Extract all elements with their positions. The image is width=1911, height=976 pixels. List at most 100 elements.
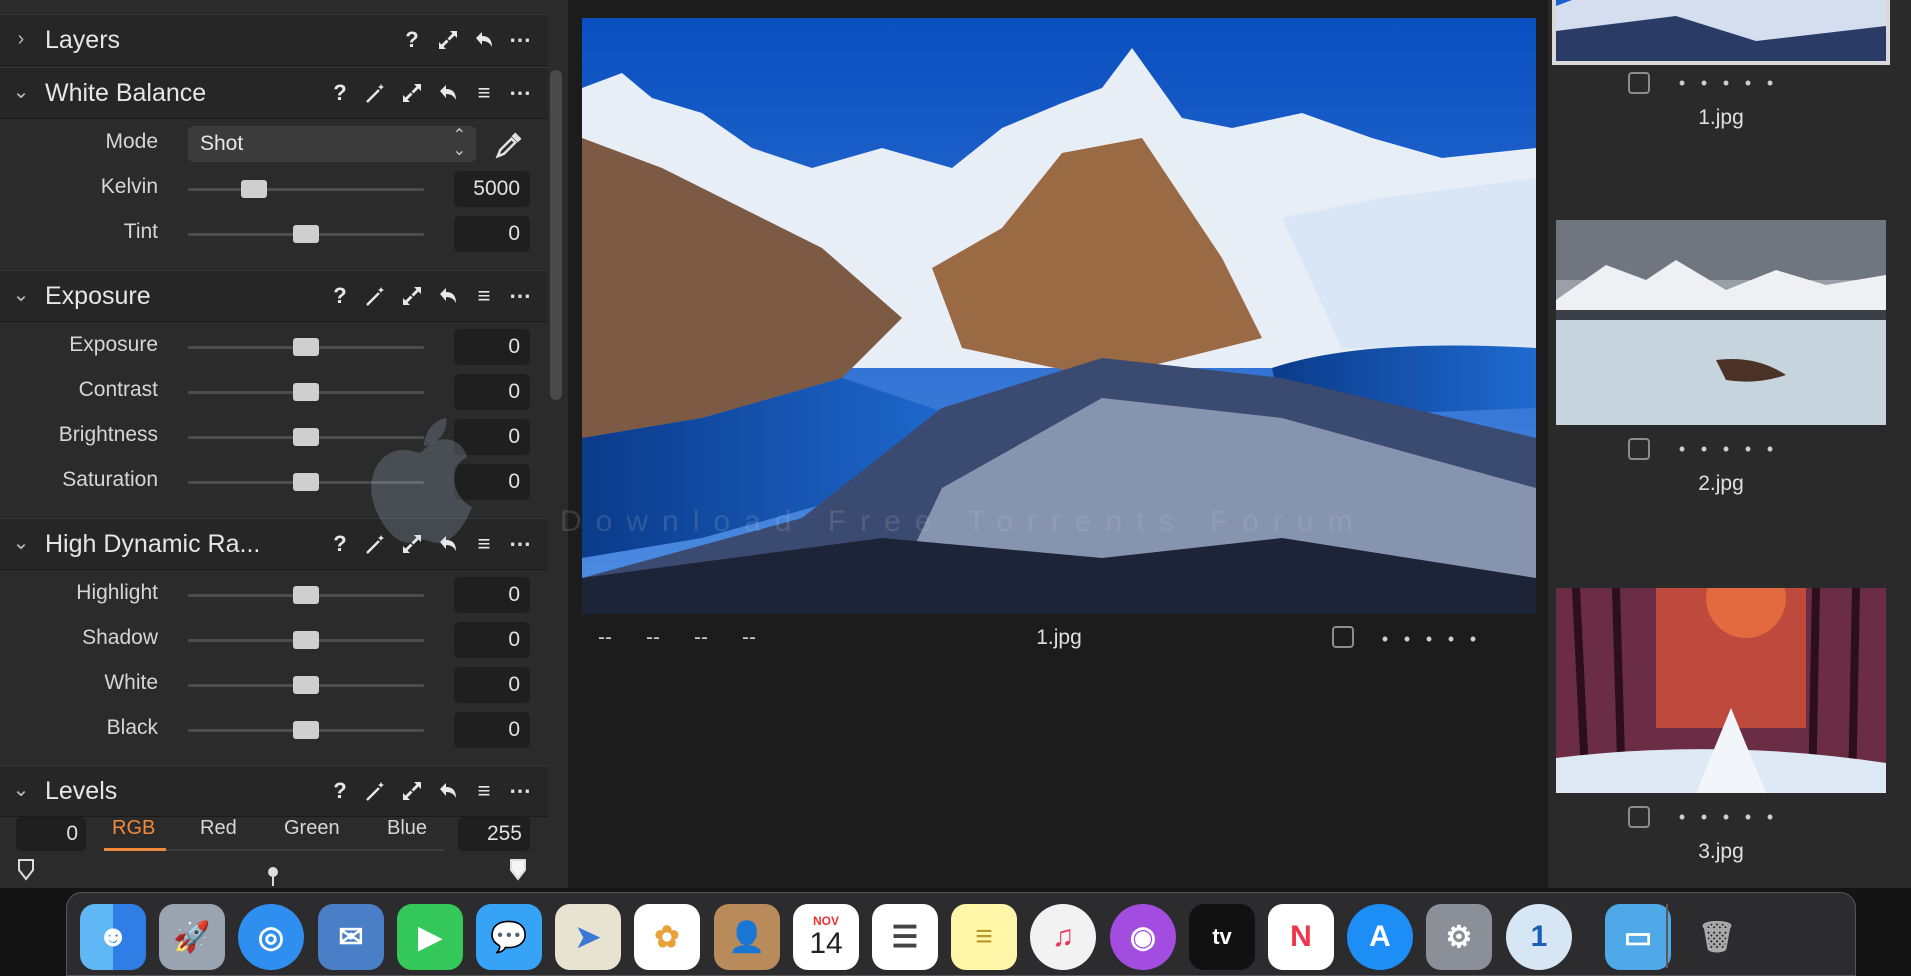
layers-tool-header[interactable]: › Layers ? ⋯	[0, 14, 548, 66]
app-store-icon[interactable]: A	[1347, 904, 1413, 970]
help-icon[interactable]: ?	[326, 777, 354, 805]
more-icon[interactable]: ⋯	[506, 777, 534, 805]
black-value-input[interactable]: 0	[454, 712, 530, 748]
thumb-2-checkbox[interactable]	[1628, 438, 1650, 460]
slider-knob[interactable]	[241, 180, 268, 198]
tab-green[interactable]: Green	[284, 817, 340, 840]
chevron-down-icon[interactable]: ⌄	[12, 283, 30, 307]
thumb-3-checkbox[interactable]	[1628, 806, 1650, 828]
magic-wand-icon[interactable]	[362, 79, 390, 107]
more-icon[interactable]: ⋯	[506, 282, 534, 310]
white-slider[interactable]	[188, 676, 424, 694]
help-icon[interactable]: ?	[326, 282, 354, 310]
rating-dot[interactable]: •	[1418, 630, 1440, 648]
kelvin-value-input[interactable]: 5000	[454, 171, 530, 207]
thumbnail-2[interactable]	[1556, 220, 1886, 425]
facetime-icon[interactable]: ▶	[397, 904, 463, 970]
mail-icon[interactable]: ✉	[318, 904, 384, 970]
rating-dot[interactable]: •	[1462, 630, 1484, 648]
reset-icon[interactable]	[434, 282, 462, 310]
tab-red[interactable]: Red	[200, 817, 237, 840]
levels-white-point-handle[interactable]	[508, 858, 528, 886]
contrast-value-input[interactable]: 0	[454, 374, 530, 410]
expand-icon[interactable]	[398, 777, 426, 805]
exposure-slider[interactable]	[188, 338, 424, 356]
trash-icon[interactable]: 🗑	[1684, 904, 1750, 970]
podcasts-icon[interactable]: ◉	[1110, 904, 1176, 970]
contrast-slider[interactable]	[188, 383, 424, 401]
viewer-star-rating[interactable]: • • • • •	[1374, 630, 1484, 648]
list-icon[interactable]: ≡	[470, 79, 498, 107]
messages-icon[interactable]: 💬	[476, 904, 542, 970]
finder-icon[interactable]: ☻	[80, 904, 146, 970]
1password-icon[interactable]: 1	[1506, 904, 1572, 970]
reset-icon[interactable]	[470, 26, 498, 54]
system-preferences-icon[interactable]: ⚙	[1426, 904, 1492, 970]
highlight-slider[interactable]	[188, 586, 424, 604]
kelvin-slider[interactable]	[188, 180, 424, 198]
shadow-slider[interactable]	[188, 631, 424, 649]
rating-dot[interactable]: •	[1374, 630, 1396, 648]
browser-item[interactable]: • • • • • 1.jpg	[1548, 0, 1911, 160]
thumb-1-rating[interactable]: • • • • •	[1671, 74, 1781, 92]
music-icon[interactable]: ♫	[1030, 904, 1096, 970]
shadow-value-input[interactable]: 0	[454, 622, 530, 658]
thumbnail-1[interactable]	[1552, 0, 1890, 65]
slider-knob[interactable]	[293, 631, 319, 649]
rating-dot[interactable]: •	[1396, 630, 1418, 648]
eyedropper-icon[interactable]	[494, 130, 524, 160]
levels-midpoint-handle[interactable]	[266, 866, 280, 888]
exposure-tool-header[interactable]: ⌄ Exposure ? ≡ ⋯	[0, 270, 548, 322]
rating-dot[interactable]: •	[1440, 630, 1462, 648]
expand-icon[interactable]	[398, 79, 426, 107]
levels-high-input[interactable]: 255	[458, 817, 530, 851]
thumbnail-3[interactable]	[1556, 588, 1886, 793]
levels-low-input[interactable]: 0	[16, 817, 86, 851]
slider-knob[interactable]	[293, 473, 319, 491]
exposure-value-input[interactable]: 0	[454, 329, 530, 365]
tools-scrollbar[interactable]	[550, 70, 562, 400]
browser-item[interactable]: • • • • • 3.jpg	[1548, 588, 1911, 868]
slider-knob[interactable]	[293, 225, 319, 243]
slider-knob[interactable]	[293, 383, 319, 401]
downloads-folder-icon[interactable]: ▭	[1605, 904, 1671, 970]
chevron-right-icon[interactable]: ›	[12, 27, 30, 51]
tv-icon[interactable]: tv	[1189, 904, 1255, 970]
tab-rgb[interactable]: RGB	[112, 817, 155, 840]
help-icon[interactable]: ?	[326, 79, 354, 107]
slider-knob[interactable]	[293, 586, 319, 604]
slider-knob[interactable]	[293, 338, 319, 356]
reminders-icon[interactable]: ☰	[872, 904, 938, 970]
notes-icon[interactable]: ≡	[951, 904, 1017, 970]
slider-knob[interactable]	[293, 428, 319, 446]
slider-knob[interactable]	[293, 676, 319, 694]
expand-icon[interactable]	[398, 282, 426, 310]
chevron-down-icon[interactable]: ⌄	[12, 531, 30, 555]
thumb-2-rating[interactable]: • • • • •	[1671, 440, 1781, 458]
expand-icon[interactable]	[434, 26, 462, 54]
safari-icon[interactable]: ◎	[238, 904, 304, 970]
help-icon[interactable]: ?	[326, 530, 354, 558]
more-icon[interactable]: ⋯	[506, 530, 534, 558]
white-balance-tool-header[interactable]: ⌄ White Balance ? ≡ ⋯	[0, 67, 548, 119]
news-icon[interactable]: N	[1268, 904, 1334, 970]
magic-wand-icon[interactable]	[362, 282, 390, 310]
thumb-3-rating[interactable]: • • • • •	[1671, 808, 1781, 826]
slider-knob[interactable]	[293, 721, 319, 739]
chevron-down-icon[interactable]: ⌄	[12, 80, 30, 104]
launchpad-icon[interactable]: 🚀	[159, 904, 225, 970]
magic-wand-icon[interactable]	[362, 777, 390, 805]
tab-blue[interactable]: Blue	[387, 817, 427, 840]
list-icon[interactable]: ≡	[470, 777, 498, 805]
black-slider[interactable]	[188, 721, 424, 739]
chevron-down-icon[interactable]: ⌄	[12, 778, 30, 802]
thumb-1-checkbox[interactable]	[1628, 72, 1650, 94]
more-icon[interactable]: ⋯	[506, 26, 534, 54]
contacts-icon[interactable]: 👤	[714, 904, 780, 970]
browser-item[interactable]: • • • • • 2.jpg	[1548, 220, 1911, 500]
help-icon[interactable]: ?	[398, 26, 426, 54]
tint-slider[interactable]	[188, 225, 424, 243]
list-icon[interactable]: ≡	[470, 282, 498, 310]
more-icon[interactable]: ⋯	[506, 79, 534, 107]
reset-icon[interactable]	[434, 79, 462, 107]
